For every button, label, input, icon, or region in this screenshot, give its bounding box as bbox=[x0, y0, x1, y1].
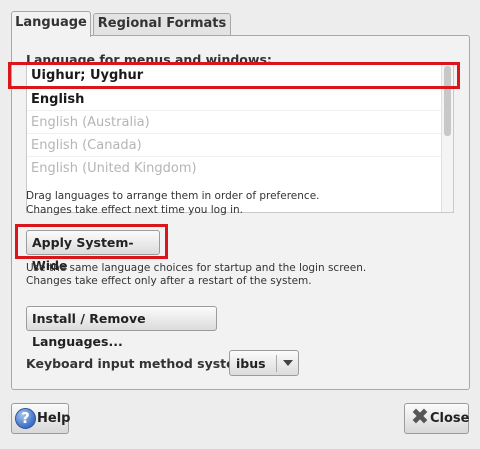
system-note-line-1: Use the same language choices for startu… bbox=[26, 262, 367, 274]
help-button[interactable]: ? Help bbox=[11, 403, 71, 434]
highlight-box-selected-language bbox=[8, 62, 460, 89]
keyboard-input-select[interactable]: ibus bbox=[229, 350, 299, 376]
keyboard-input-value: ibus bbox=[236, 356, 266, 371]
help-icon: ? bbox=[15, 408, 36, 429]
drag-note-line-2: Changes take effect next time you log in… bbox=[26, 204, 243, 216]
close-icon: ✖ bbox=[410, 405, 430, 430]
drag-note-line-1: Drag languages to arrange them in order … bbox=[26, 190, 320, 202]
language-list-item[interactable]: English (Canada) bbox=[27, 133, 441, 156]
tab-regional-formats[interactable]: Regional Formats bbox=[93, 13, 231, 36]
highlight-box-apply-button bbox=[15, 224, 168, 259]
language-list-item[interactable]: English bbox=[27, 87, 441, 110]
close-label: Close bbox=[430, 411, 470, 426]
language-list-item[interactable]: English (Australia) bbox=[27, 110, 441, 133]
language-list-item[interactable]: English (United Kingdom) bbox=[27, 156, 441, 179]
dropdown-arrow-icon bbox=[283, 360, 293, 366]
system-note-line-2: Changes take effect only after a restart… bbox=[26, 275, 312, 287]
combo-separator bbox=[276, 355, 277, 372]
install-remove-languages-button[interactable]: Install / Remove Languages... bbox=[26, 306, 217, 349]
help-label: Help bbox=[37, 411, 71, 426]
keyboard-input-label: Keyboard input method system: bbox=[26, 356, 253, 371]
tab-language[interactable]: Language bbox=[11, 11, 91, 37]
close-button[interactable]: ✖ Close bbox=[404, 403, 469, 434]
